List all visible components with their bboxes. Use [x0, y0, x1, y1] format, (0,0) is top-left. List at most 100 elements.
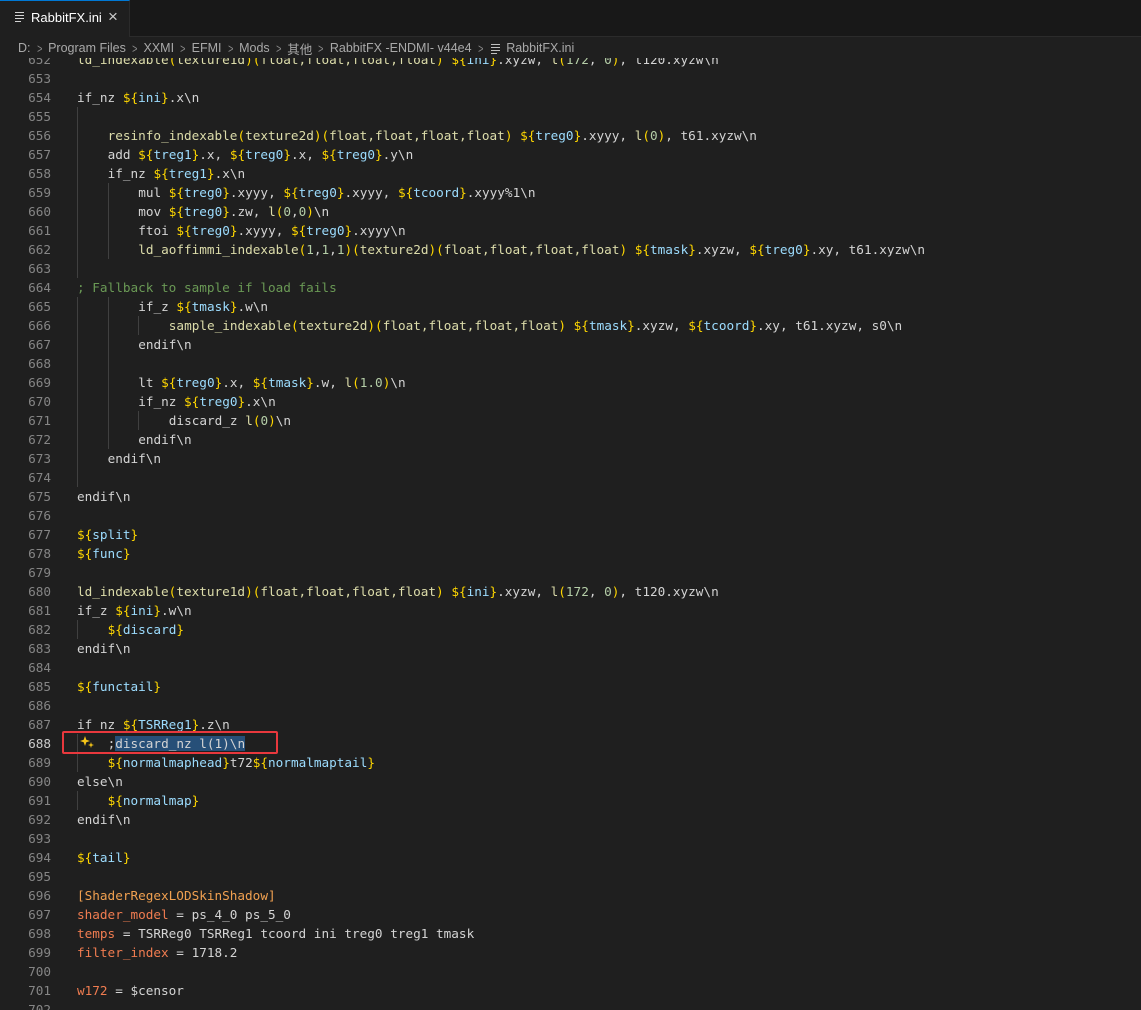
code-line[interactable]: 679 — [0, 563, 1141, 582]
code-line[interactable]: 666 sample_indexable(texture2d)(float,flo… — [0, 316, 1141, 335]
code-line[interactable]: 695 — [0, 867, 1141, 886]
code-line[interactable]: 678 ${func} — [0, 544, 1141, 563]
code-line[interactable]: 690 else\n — [0, 772, 1141, 791]
breadcrumb-item[interactable]: EFMI — [192, 41, 222, 55]
code-token: add — [107, 147, 139, 162]
breadcrumb-item[interactable]: Program Files — [48, 41, 126, 55]
code-token: , t120.xyzw\n — [619, 58, 719, 67]
code-line[interactable]: 683 endif\n — [0, 639, 1141, 658]
code-line[interactable]: 681 if_z ${ini}.w\n — [0, 601, 1141, 620]
code-line[interactable]: 657 add ${treg1}.x, ${treg0}.x, ${treg0}.… — [0, 145, 1141, 164]
code-line[interactable]: 699 filter_index = 1718.2 — [0, 943, 1141, 962]
line-number: 667 — [28, 337, 51, 352]
code-line[interactable]: 697 shader_model = ps_4_0 ps_5_0 — [0, 905, 1141, 924]
code-line[interactable]: 656 resinfo_indexable(texture2d)(float,fl… — [0, 126, 1141, 145]
code-line[interactable]: 677 ${split} — [0, 525, 1141, 544]
breadcrumb-item[interactable]: D: — [18, 41, 31, 55]
code-token: discard_z — [168, 413, 246, 428]
code-line[interactable]: 675 endif\n — [0, 487, 1141, 506]
code-line[interactable]: 692 endif\n — [0, 810, 1141, 829]
code-token: float,float,float,float — [260, 58, 437, 67]
code-token: \n — [313, 204, 330, 219]
code-line[interactable]: 687 if_nz ${TSRReg1}.z\n — [0, 715, 1141, 734]
sparkle-icon[interactable] — [80, 736, 94, 748]
code-line[interactable]: 701 w172 = $censor — [0, 981, 1141, 1000]
code-line[interactable]: 693 — [0, 829, 1141, 848]
indent-guide — [107, 297, 109, 316]
code-line[interactable]: 696 [ShaderRegexLODSkinShadow] — [0, 886, 1141, 905]
vertical-scrollbar[interactable] — [1130, 58, 1141, 1010]
code-line[interactable]: 664 ; Fallback to sample if load fails — [0, 278, 1141, 297]
code-line[interactable]: 654 if_nz ${ini}.x\n — [0, 88, 1141, 107]
code-line[interactable]: 676 — [0, 506, 1141, 525]
code-token: tmask — [191, 299, 230, 314]
code-text: if_z ${ini}.w\n — [77, 601, 192, 620]
code-token: = ps_4_0 ps_5_0 — [168, 907, 291, 922]
editor-tab[interactable]: RabbitFX.ini × — [0, 0, 130, 37]
code-line[interactable]: 661 ftoi ${treg0}.xyyy, ${treg0}.xyyy\n — [0, 221, 1141, 240]
breadcrumb-item[interactable]: 其他 — [287, 39, 312, 58]
breadcrumb-item[interactable]: XXMI — [143, 41, 174, 55]
code-line[interactable]: 660 mov ${treg0}.zw, l(0,0)\n — [0, 202, 1141, 221]
code-token: , — [588, 58, 605, 67]
code-line[interactable]: 684 — [0, 658, 1141, 677]
code-line[interactable]: 658 if_nz ${treg1}.x\n — [0, 164, 1141, 183]
code-token: .xyyy, — [237, 223, 291, 238]
code-line[interactable]: 652 ld_indexable(texture1d)(float,float,f… — [0, 58, 1141, 69]
code-line[interactable]: 663 — [0, 259, 1141, 278]
code-token: endif\n — [77, 641, 131, 656]
code-token: ${ — [176, 223, 192, 238]
code-token: if_z — [77, 603, 116, 618]
breadcrumb-item[interactable]: RabbitFX -ENDMI- v44e4 — [330, 41, 472, 55]
code-line[interactable]: 662 ld_aoffimmi_indexable(1,1,1)(texture2… — [0, 240, 1141, 259]
code-line[interactable]: 702 — [0, 1000, 1141, 1010]
code-token: ${ — [77, 850, 93, 865]
line-number: 680 — [28, 584, 51, 599]
code-line[interactable]: 665 if_z ${tmask}.w\n — [0, 297, 1141, 316]
code-line[interactable]: 700 — [0, 962, 1141, 981]
breadcrumb-item[interactable]: RabbitFX.ini — [506, 41, 574, 55]
code-line[interactable]: 685 ${functail} — [0, 677, 1141, 696]
code-line[interactable]: 669 lt ${treg0}.x, ${tmask}.w, l(1.0)\n — [0, 373, 1141, 392]
code-line[interactable]: 698 temps = TSRReg0 TSRReg1 tcoord ini tr… — [0, 924, 1141, 943]
close-icon[interactable]: × — [108, 7, 118, 27]
code-token: ) — [245, 58, 253, 67]
code-line[interactable]: 688 ;discard_nz l(1)\n — [0, 734, 1141, 753]
code-lines: 652 ld_indexable(texture1d)(float,float,f… — [0, 58, 1141, 1010]
code-line[interactable]: 655 — [0, 107, 1141, 126]
code-line[interactable]: 671 discard_z l(0)\n — [0, 411, 1141, 430]
code-editor[interactable]: 652 ld_indexable(texture1d)(float,float,f… — [0, 58, 1141, 1010]
code-line[interactable]: 672 endif\n — [0, 430, 1141, 449]
code-line[interactable]: 670 if_nz ${treg0}.x\n — [0, 392, 1141, 411]
code-line[interactable]: 659 mul ${treg0}.xyyy, ${treg0}.xyyy, ${t… — [0, 183, 1141, 202]
chevron-right-icon: > — [132, 40, 138, 56]
code-line[interactable]: 667 endif\n — [0, 335, 1141, 354]
code-line[interactable]: 673 endif\n — [0, 449, 1141, 468]
line-number: 656 — [28, 128, 51, 143]
code-line[interactable]: 680 ld_indexable(texture1d)(float,float,f… — [0, 582, 1141, 601]
code-line[interactable]: 694 ${tail} — [0, 848, 1141, 867]
code-line[interactable]: 674 — [0, 468, 1141, 487]
code-token: ${ — [176, 299, 192, 314]
code-line[interactable]: 682 ${discard} — [0, 620, 1141, 639]
line-number: 669 — [28, 375, 51, 390]
code-line[interactable]: 686 — [0, 696, 1141, 715]
code-token: ${ — [168, 204, 185, 219]
indent-guide — [77, 449, 78, 468]
code-line[interactable]: 668 — [0, 354, 1141, 373]
code-text: [ShaderRegexLODSkinShadow] — [77, 886, 276, 905]
code-line[interactable]: 689 ${normalmaphead}t72${normalmaptail} — [0, 753, 1141, 772]
code-token: treg0 — [184, 204, 223, 219]
code-token: tcoord — [703, 318, 750, 333]
indent-guide — [107, 392, 109, 411]
code-token: tmask — [588, 318, 628, 333]
code-token: treg0 — [306, 223, 345, 238]
code-token: ${ — [252, 375, 269, 390]
code-token: } — [122, 546, 131, 561]
breadcrumb-item[interactable]: Mods — [239, 41, 270, 55]
code-line[interactable]: 691 ${normalmap} — [0, 791, 1141, 810]
code-token: , — [588, 584, 605, 599]
code-line[interactable]: 653 — [0, 69, 1141, 88]
